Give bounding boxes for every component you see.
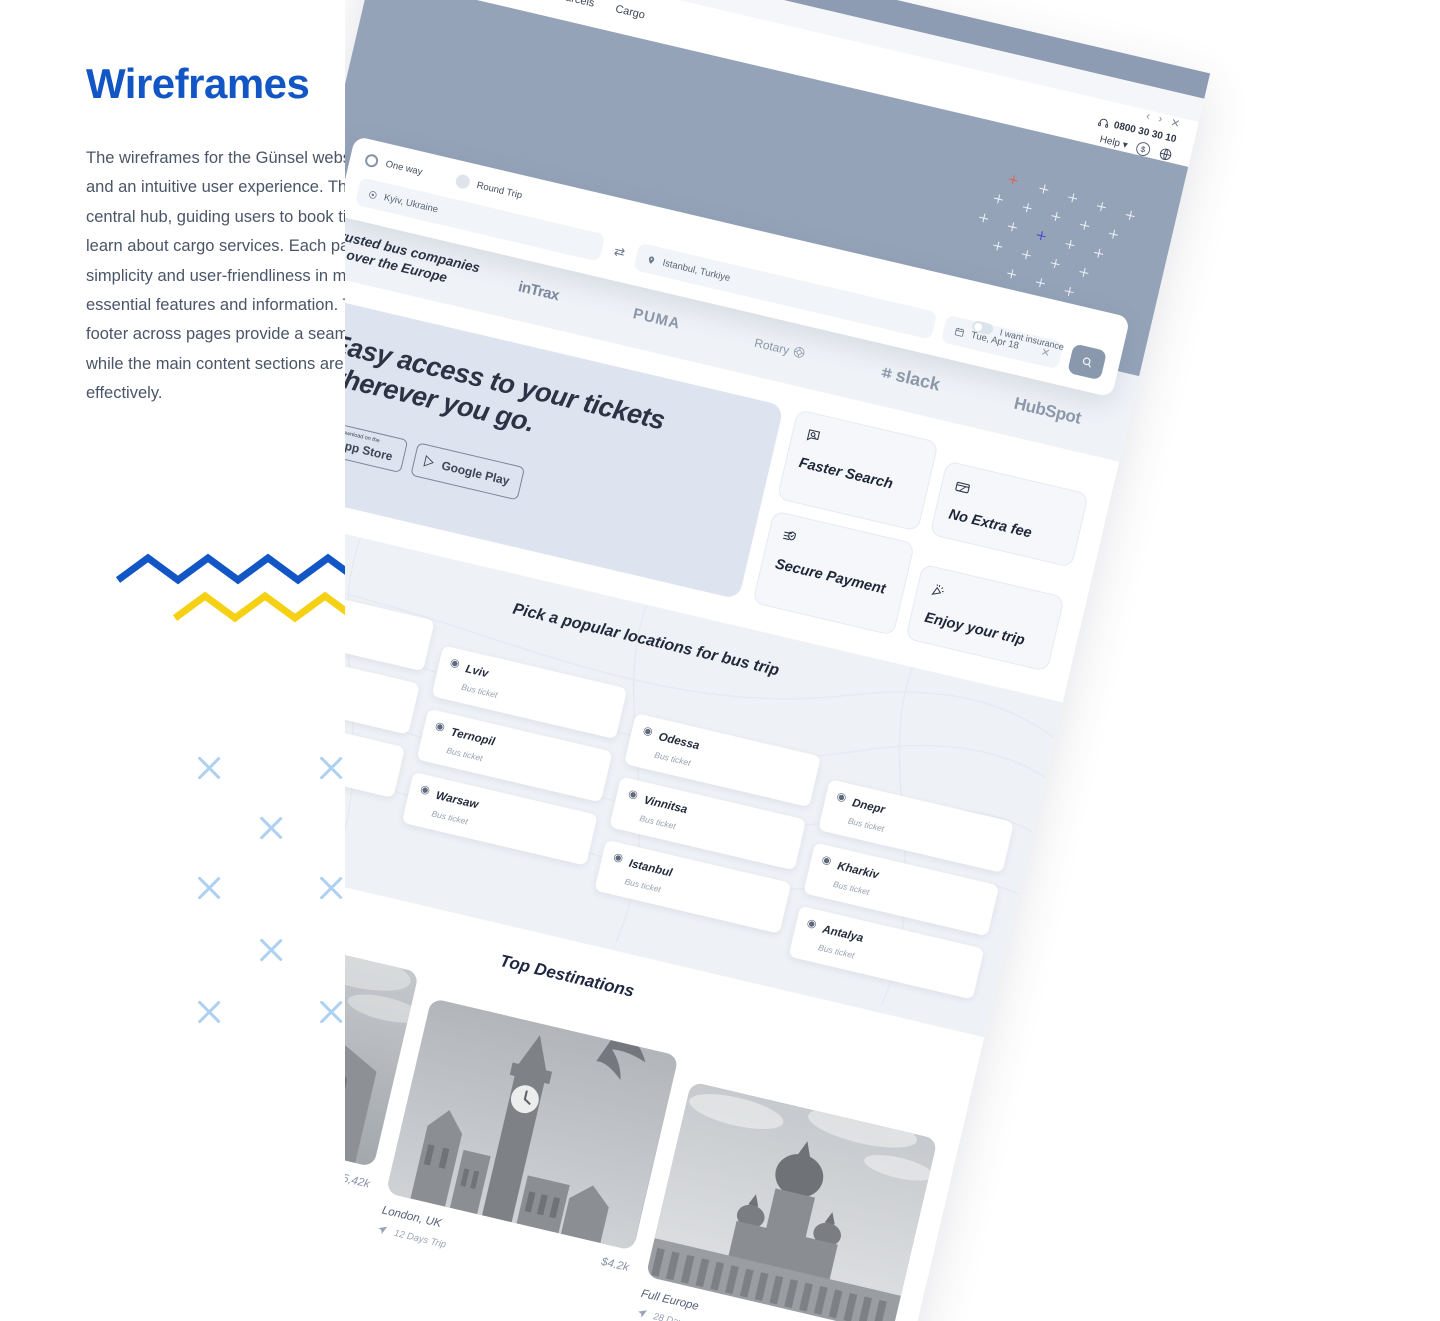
radio-unselected-icon [453,173,471,190]
map-pin-icon: ◉ [612,850,625,865]
big-ben-photo [386,997,679,1251]
location-name: Kharkiv [836,859,880,882]
zigzag-blue-line [115,553,361,585]
locations-column-2: ◉ Lviv Bus ticket ◉ Ternopil Bus ticket [392,644,628,906]
locations-column-3: ◉ Odessa Bus ticket ◉ Vinnitsa Bus ticke… [590,712,821,953]
radio-selected-icon [363,152,380,169]
location-sub: Bus ticket [430,807,469,827]
headset-icon [1098,118,1109,128]
feature-card-enjoy-trip[interactable]: Enjoy your trip [905,563,1065,672]
destination-card[interactable]: Full Europe $15k 28 Days Trip [636,1080,938,1321]
location-sub: Bus ticket [832,878,871,897]
location-sub: Bus ticket [653,749,692,768]
google-play-badge[interactable]: Google Play [410,441,525,501]
trip-type-one-way-label: One way [384,158,424,178]
partner-logo-puma: PUMA [631,305,683,334]
back-icon[interactable]: ‹ [1145,110,1151,123]
close-icon[interactable]: ✕ [1169,116,1181,131]
send-arrow-icon [378,1226,388,1235]
nav-item-cargo[interactable]: Cargo [614,3,646,22]
map-pin-icon: ◉ [419,782,432,797]
slide-root: Wireframes The wireframes for the Günsel… [0,0,1440,1321]
app-store-text: Download on the App Store [345,429,396,466]
cathedral-photo [645,1080,938,1321]
destination-card[interactable]: London, UK $4.2k 12 Days Trip [376,997,679,1292]
location-sub: Bus ticket [460,681,499,700]
map-pin-icon: ◉ [820,853,833,868]
destination-value: Istanbul, Turkiye [661,257,732,284]
feature-cards-grid: Faster Search No Extra fee Secure Paymen… [752,408,1093,672]
location-sub: Bus ticket [817,941,856,960]
map-pin-icon [649,256,655,264]
feature-card-no-extra-fee[interactable]: No Extra fee [929,460,1090,568]
partner-logo-slack: slack [878,362,942,396]
partner-logo-rotary: Rotary [753,336,807,362]
map-pin-icon: ◉ [448,656,461,670]
forward-icon[interactable]: › [1157,113,1163,126]
trip-type-one-way[interactable]: One way [363,152,424,178]
swap-icon[interactable]: ⇄ [610,243,628,262]
search-submit-button[interactable] [1067,343,1108,381]
slack-hash-icon [881,368,892,379]
app-store-badge[interactable]: Download on the App Store [345,417,409,474]
map-pin-icon: ◉ [835,789,848,804]
wireframe-mockup: News! Ukraine Latest updates for passeng… [345,0,1211,1321]
location-name: Antalya [821,923,865,945]
calendar-icon [954,327,965,337]
location-sub: Bus ticket [847,815,886,834]
location-sub: Bus ticket [445,744,484,763]
location-name: Odessa [657,730,701,752]
location-name: Dnepr [851,796,887,816]
map-pin-icon: ◉ [434,719,447,734]
destination-price: $5,42k [345,1170,372,1191]
feature-card-secure-payment[interactable]: Secure Payment [752,510,916,636]
destination-price: $4.2k [600,1255,631,1274]
map-pin-icon: ◉ [805,916,818,931]
partner-logo-hubspot: HubSpot [1012,393,1083,428]
google-play-text: Google Play [440,458,512,488]
google-play-icon [423,455,435,467]
destination-duration: 12 Days Trip [392,1227,448,1251]
send-arrow-icon [637,1310,647,1318]
partner-logo-intrax: inTrax [516,278,561,305]
location-sub: Bus ticket [638,812,677,831]
trip-type-round-trip[interactable]: Round Trip [453,173,524,202]
wireframe-mockup-clip: News! Ukraine Latest updates for passeng… [345,0,1440,1321]
location-name: Lviv [464,662,490,680]
rotary-wheel-icon [794,347,805,359]
location-name: Vinnitsa [642,793,689,816]
location-sub: Bus ticket [623,875,663,894]
location-name: Istanbul [627,857,674,880]
target-icon [369,190,377,199]
map-pin-icon: ◉ [627,787,640,802]
location-name: Ternopil [449,726,497,749]
map-pin-icon: ◉ [641,723,655,738]
location-name: Warsaw [434,789,480,811]
trip-type-round-trip-label: Round Trip [475,179,524,201]
origin-value: Kyiv, Ukraine [382,191,440,216]
nav-item-parcels[interactable]: Parcels [557,0,595,10]
search-icon [1082,357,1091,368]
feature-card-faster-search[interactable]: Faster Search [776,408,940,532]
